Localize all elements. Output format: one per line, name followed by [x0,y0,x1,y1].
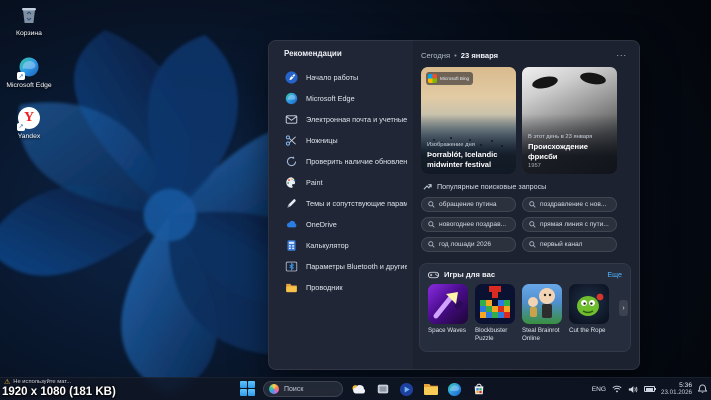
trending-chips: обращение путина поздравление с нов... н… [421,197,629,252]
image-size-caption: 1920 x 1080 (181 KB) [2,386,116,398]
today-separator: • [454,51,457,60]
today-cards: Microsoft Bing Изображение дня Þorrablót… [421,67,629,174]
games-scroll-right-button[interactable]: › [619,300,628,316]
game-tile-blockbuster-puzzle[interactable]: Blockbuster Puzzle [475,284,516,343]
card-title: Þorrablót, Icelandic midwinter festival [427,150,511,169]
getting-started-icon [284,71,298,85]
rec-item-paint[interactable]: Paint [284,172,407,193]
card-eyebrow: Изображение дня [427,142,511,148]
today-date: 23 января [461,51,498,60]
rec-item-themes[interactable]: Темы и сопутствующие параметры [284,193,407,214]
file-explorer-button[interactable] [422,381,439,398]
search-chip[interactable]: год лошади 2026 [421,237,516,252]
games-title: Игры для вас [444,270,495,279]
widgets-weather-button[interactable] [350,381,367,398]
desktop-icon-label: Yandex [0,133,58,141]
game-tile-steal-brainrot[interactable]: Steal Brainrot Online [522,284,563,343]
games-section: Игры для вас Еще Space Waves [419,263,631,352]
cut-the-rope-art [569,284,609,324]
trending-title: Популярные поисковые запросы [437,182,546,191]
desktop-icon-recycle-bin[interactable]: Корзина [0,2,58,38]
folder-icon [284,281,298,295]
desktop-icon-edge[interactable]: ↗ Microsoft Edge [0,54,58,90]
search-chip[interactable]: новогоднее поздрав... [421,217,516,232]
today-section: Сегодня • 23 января ... Microsoft Bing И… [413,41,641,369]
gamepad-icon [428,271,439,279]
mail-icon [284,113,298,127]
trending-arrow-icon [423,182,432,191]
today-label: Сегодня [421,51,450,60]
recycle-bin-icon [18,4,40,26]
pen-icon [284,197,298,211]
clock[interactable]: 5:36 23.01.2026 [661,382,692,397]
onedrive-cloud-icon [284,218,298,232]
more-options-icon[interactable]: ... [614,49,629,61]
space-waves-art [428,284,468,324]
tray-time: 5:36 [661,382,692,390]
games-more-link[interactable]: Еще [607,270,622,279]
recommendations-title: Рекомендации [284,49,407,58]
taskbar-search-box[interactable]: Поиск [263,381,343,397]
rec-item-bluetooth-settings[interactable]: Параметры Bluetooth и другие пара... [284,256,407,277]
rec-item-getting-started[interactable]: Начало работы [284,67,407,88]
on-this-day-card[interactable]: В этот день в 23 января Происхождение фр… [522,67,617,174]
game-tile-cut-the-rope[interactable]: Cut the Rope [569,284,610,343]
search-chip[interactable]: обращение путина [421,197,516,212]
rec-item-file-explorer[interactable]: Проводник [284,277,407,298]
search-orb-icon [269,384,279,394]
start-panel: Рекомендации Начало работы Microsoft Edg… [268,40,640,370]
wifi-icon[interactable] [612,385,622,393]
search-chip[interactable]: поздравление с нов... [522,197,617,212]
trending-header: Популярные поисковые запросы [423,182,629,191]
rec-item-calculator[interactable]: Калькулятор [284,235,407,256]
desktop-icon-list: Корзина ↗ Microsoft Edge Y ↗ Yandex [0,2,58,150]
calculator-icon [284,239,298,253]
rec-item-mail[interactable]: Электронная почта и учетные записи [284,109,407,130]
card-subtitle: 1957 [528,163,612,169]
bing-logo-icon [428,74,437,83]
bluetooth-icon [284,260,298,274]
shortcut-arrow-icon: ↗ [17,72,25,80]
today-header: Сегодня • 23 января ... [421,49,629,61]
rec-item-snipping-tool[interactable]: Ножницы [284,130,407,151]
blockbuster-puzzle-art [475,284,515,324]
edge-button[interactable] [446,381,463,398]
bing-badge: Microsoft Bing [426,72,473,85]
desktop-icon-label: Корзина [0,30,58,38]
volume-icon[interactable] [628,385,638,394]
edge-icon [284,92,298,106]
tray-date: 23.01.2026 [661,389,692,396]
language-indicator[interactable]: ENG [592,386,606,393]
rec-item-windows-update[interactable]: Проверить наличие обновлений [284,151,407,172]
image-of-the-day-card[interactable]: Microsoft Bing Изображение дня Þorrablót… [421,67,516,174]
viewer-caption: ⚠ Не используйте мат... 1920 x 1080 (181… [2,378,116,398]
warning-text: Не используйте мат... [13,379,71,385]
search-chip[interactable]: прямая линия с пути... [522,217,617,232]
battery-icon[interactable] [644,386,655,392]
search-placeholder: Поиск [284,386,303,393]
rec-item-edge[interactable]: Microsoft Edge [284,88,407,109]
notification-bell-icon[interactable] [698,384,707,394]
rec-item-onedrive[interactable]: OneDrive [284,214,407,235]
search-chip[interactable]: первый канал [522,237,617,252]
media-player-button[interactable] [398,381,415,398]
start-button[interactable] [240,381,256,397]
microsoft-store-button[interactable] [470,381,487,398]
warning-icon: ⚠ [4,378,10,386]
recommendations-section: Рекомендации Начало работы Microsoft Edg… [269,41,413,369]
desktop-icon-yandex[interactable]: Y ↗ Yandex [0,105,58,141]
card-title: Происхождение фрисби [528,142,612,161]
task-view-button[interactable] [374,381,391,398]
sync-icon [284,155,298,169]
game-tile-space-waves[interactable]: Space Waves [428,284,469,343]
scissors-icon [284,134,298,148]
shortcut-arrow-icon: ↗ [17,123,25,131]
steal-brainrot-art [522,284,562,324]
card-eyebrow: В этот день в 23 января [528,134,612,140]
paint-palette-icon [284,176,298,190]
desktop-icon-label: Microsoft Edge [0,82,58,90]
